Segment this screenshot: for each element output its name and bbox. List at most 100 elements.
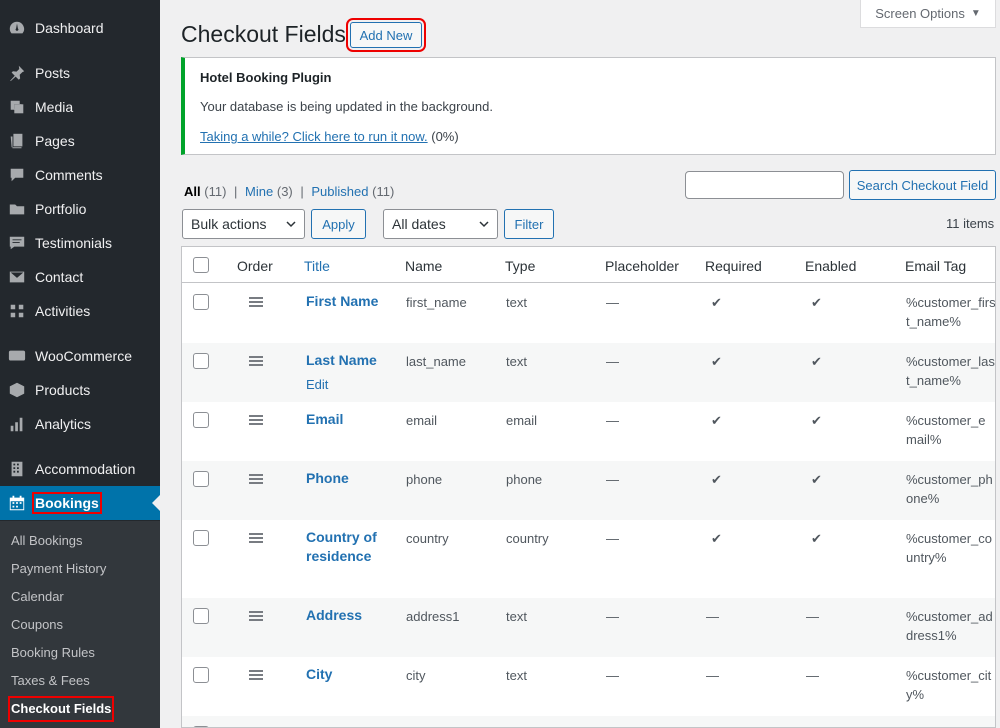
sidebar-item-label: Testimonials	[35, 235, 113, 251]
submenu-item-all-bookings[interactable]: All Bookings	[11, 531, 83, 551]
sidebar-item-label: Comments	[35, 167, 103, 183]
field-name: phone	[406, 472, 443, 487]
screen-options-button[interactable]: Screen Options ▼	[860, 0, 996, 28]
status-filter-links: All (11) | Mine (3) | Published (11)	[184, 184, 394, 199]
row-checkbox[interactable]	[193, 353, 209, 369]
select-all-checkbox[interactable]	[193, 257, 209, 273]
field-name: last_name	[406, 354, 466, 369]
table-row: Country of residence country country — ✔…	[182, 520, 995, 598]
table-row: Last Name Edit last_name text — ✔ ✔ %cus…	[182, 343, 995, 402]
drag-handle-icon[interactable]	[249, 533, 263, 543]
chevron-down-icon	[286, 221, 296, 228]
column-header-order: Order	[237, 258, 273, 274]
filter-all-link[interactable]: All	[184, 184, 201, 199]
field-title-link[interactable]: Address	[306, 606, 386, 625]
field-title-link[interactable]: Country of residence	[306, 528, 386, 566]
dashboard-icon	[7, 18, 27, 38]
apply-button[interactable]: Apply	[311, 209, 366, 239]
separator: |	[300, 184, 304, 199]
filter-button[interactable]: Filter	[504, 209, 554, 239]
sidebar-item-label: Bookings	[32, 492, 102, 514]
sidebar-item-label: Contact	[35, 269, 84, 285]
add-new-button[interactable]: Add New	[346, 18, 426, 52]
required-check-icon: ✔	[711, 354, 722, 369]
field-type: email	[506, 413, 538, 428]
submenu-item-booking-rules[interactable]: Booking Rules	[11, 643, 95, 663]
drag-handle-icon[interactable]	[249, 297, 263, 307]
drag-handle-icon[interactable]	[249, 474, 263, 484]
column-header-enabled: Enabled	[805, 258, 857, 274]
admin-sidebar: Dashboard Posts Media Pages Comments Por…	[0, 0, 160, 728]
row-checkbox[interactable]	[193, 530, 209, 546]
row-checkbox[interactable]	[193, 412, 209, 428]
table-row: City city text — — — %customer_city%	[182, 657, 995, 716]
row-checkbox[interactable]	[193, 294, 209, 310]
run-now-link[interactable]: Taking a while? Click here to run it now…	[200, 129, 428, 144]
submenu-item-coupons[interactable]: Coupons	[11, 615, 63, 635]
screen-options-label: Screen Options	[875, 6, 965, 21]
filter-published-count: (11)	[372, 184, 395, 199]
sidebar-item-label: Accommodation	[35, 461, 136, 477]
notice-progress: (0%)	[431, 129, 459, 144]
submenu-item-taxes-fees[interactable]: Taxes & Fees	[11, 671, 90, 691]
submenu-item-checkout-fields[interactable]: Checkout Fields	[7, 696, 115, 722]
sidebar-item-label: WooCommerce	[35, 348, 132, 364]
chevron-down-icon	[479, 221, 489, 228]
sidebar-item-accommodation[interactable]: Accommodation	[0, 452, 160, 486]
field-type: country	[506, 531, 549, 546]
building-icon	[7, 459, 27, 479]
field-placeholder: —	[606, 668, 619, 683]
filter-published-link[interactable]: Published	[311, 184, 368, 199]
filter-all-count: (11)	[204, 184, 227, 199]
sidebar-item-comments[interactable]: Comments	[0, 158, 160, 192]
sidebar-item-pages[interactable]: Pages	[0, 124, 160, 158]
submenu-item-calendar[interactable]: Calendar	[11, 587, 64, 607]
drag-handle-icon[interactable]	[249, 611, 263, 621]
row-checkbox[interactable]	[193, 667, 209, 683]
date-filter-select[interactable]: All dates	[383, 209, 498, 239]
search-checkout-field-button[interactable]: Search Checkout Field	[849, 170, 996, 200]
sidebar-item-products[interactable]: Products	[0, 373, 160, 407]
field-title-link[interactable]: Phone	[306, 469, 386, 488]
column-header-placeholder: Placeholder	[605, 258, 679, 274]
drag-handle-icon[interactable]	[249, 670, 263, 680]
sidebar-item-activities[interactable]: Activities	[0, 294, 160, 328]
sidebar-item-testimonials[interactable]: Testimonials	[0, 226, 160, 260]
field-name: address1	[406, 609, 460, 624]
activities-icon	[7, 301, 27, 321]
sidebar-item-analytics[interactable]: Analytics	[0, 407, 160, 441]
sidebar-item-dashboard[interactable]: Dashboard	[0, 11, 160, 45]
field-placeholder: —	[606, 531, 619, 546]
field-title-link[interactable]: First Name	[306, 292, 386, 311]
column-header-name: Name	[405, 258, 443, 274]
sidebar-item-media[interactable]: Media	[0, 90, 160, 124]
sidebar-item-portfolio[interactable]: Portfolio	[0, 192, 160, 226]
field-title-link[interactable]: Last Name	[306, 351, 386, 370]
submenu-item-payment-history[interactable]: Payment History	[11, 559, 106, 579]
required-check-icon: ✔	[711, 413, 722, 428]
required-check-icon: ✔	[711, 472, 722, 487]
sidebar-item-contact[interactable]: Contact	[0, 260, 160, 294]
row-checkbox[interactable]	[193, 471, 209, 487]
items-count: 11 items	[946, 216, 995, 231]
row-checkbox[interactable]	[193, 608, 209, 624]
field-email-tag: %customer_phone%	[906, 472, 993, 506]
field-type: phone	[506, 472, 543, 487]
sidebar-item-bookings[interactable]: Bookings	[0, 486, 160, 520]
bulk-actions-select[interactable]: Bulk actions	[182, 209, 305, 239]
row-edit-link[interactable]: Edit	[306, 375, 328, 394]
sidebar-item-label: Pages	[35, 133, 75, 149]
sidebar-item-woocommerce[interactable]: WooCommerce	[0, 339, 160, 373]
analytics-icon	[7, 414, 27, 434]
field-name: city	[406, 668, 426, 683]
field-title-link[interactable]: City	[306, 665, 386, 684]
search-input[interactable]	[685, 171, 844, 199]
field-title-link[interactable]: Email	[306, 410, 386, 429]
column-header-title[interactable]: Title	[304, 258, 330, 274]
sidebar-item-posts[interactable]: Posts	[0, 56, 160, 90]
field-email-tag: %customer_first_name%	[906, 295, 996, 329]
drag-handle-icon[interactable]	[249, 415, 263, 425]
drag-handle-icon[interactable]	[249, 356, 263, 366]
filter-mine-link[interactable]: Mine	[245, 184, 273, 199]
required-check-icon: ✔	[711, 295, 722, 310]
